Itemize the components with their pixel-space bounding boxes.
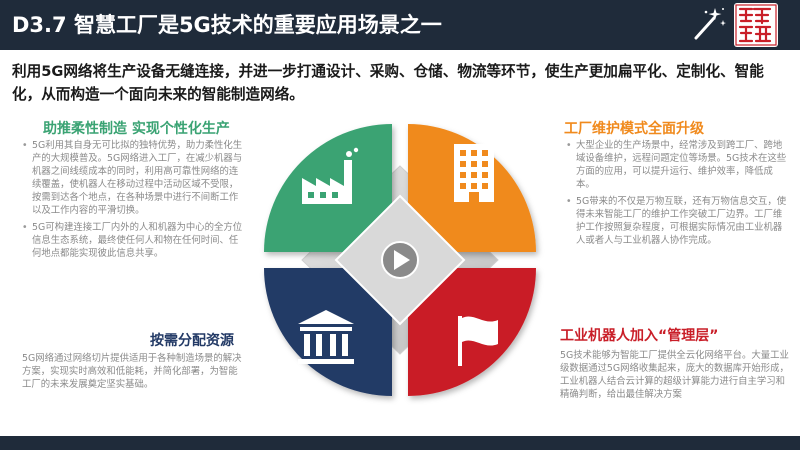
bullet-list-flexible-manufacturing: 5G利用其自身无可比拟的独特优势，助力柔性化生产的大规模普及。5G网络进入工厂，… — [22, 139, 244, 264]
paragraph-industrial-robots: 5G技术能够为智能工厂提供全云化网络平台。大量工业级数据通过5G网络收集起来，庞… — [560, 350, 789, 400]
section-title-maintenance-upgrade: 工厂维护模式全面升级 — [564, 121, 704, 137]
section-title-industrial-robots: 工业机器人加入“管理层” — [560, 328, 719, 344]
paragraph-resource-allocation: 5G网络通过网络切片提供适用于各种制造场景的解决方案，实现实时高效和低能耗，并简… — [22, 353, 242, 390]
play-icon — [381, 241, 419, 279]
header-bar: D3.7 智慧工厂是5G技术的重要应用场景之一 — [0, 0, 800, 50]
page-title: D3.7 智慧工厂是5G技术的重要应用场景之一 — [12, 13, 442, 37]
bullet-item: 5G可构建连接工厂内外的人和机器为中心的全方位信息生态系统，最终使任何人和物在任… — [22, 221, 244, 260]
bullet-item: 大型企业的生产场景中，经常涉及到跨工厂、跨地域设备维护，远程问题定位等场景。5G… — [566, 139, 788, 191]
quadrant-graphic — [264, 124, 536, 396]
intro-paragraph: 利用5G网络将生产设备无缝连接，并进一步打通设计、采购、仓储、物流等环节，使生产… — [12, 63, 764, 103]
footer-bar — [0, 436, 800, 450]
section-title-flexible-manufacturing: 助推柔性制造 实现个性化生产 — [43, 121, 230, 137]
section-title-resource-allocation: 按需分配资源 — [150, 333, 234, 349]
bullet-item: 5G带来的不仅是万物互联，还有万物信息交互，使得未来智能工厂的维护工作突破工厂边… — [566, 195, 788, 247]
seal-stamp-logo — [734, 3, 778, 47]
bullet-list-maintenance-upgrade: 大型企业的生产场景中，经常涉及到跨工厂、跨地域设备维护，远程问题定位等场景。5G… — [566, 139, 788, 251]
bullet-item: 5G利用其自身无可比拟的独特优势，助力柔性化生产的大规模普及。5G网络进入工厂，… — [22, 139, 244, 217]
office-building-icon — [454, 144, 494, 202]
magic-wand-icon — [694, 8, 726, 40]
